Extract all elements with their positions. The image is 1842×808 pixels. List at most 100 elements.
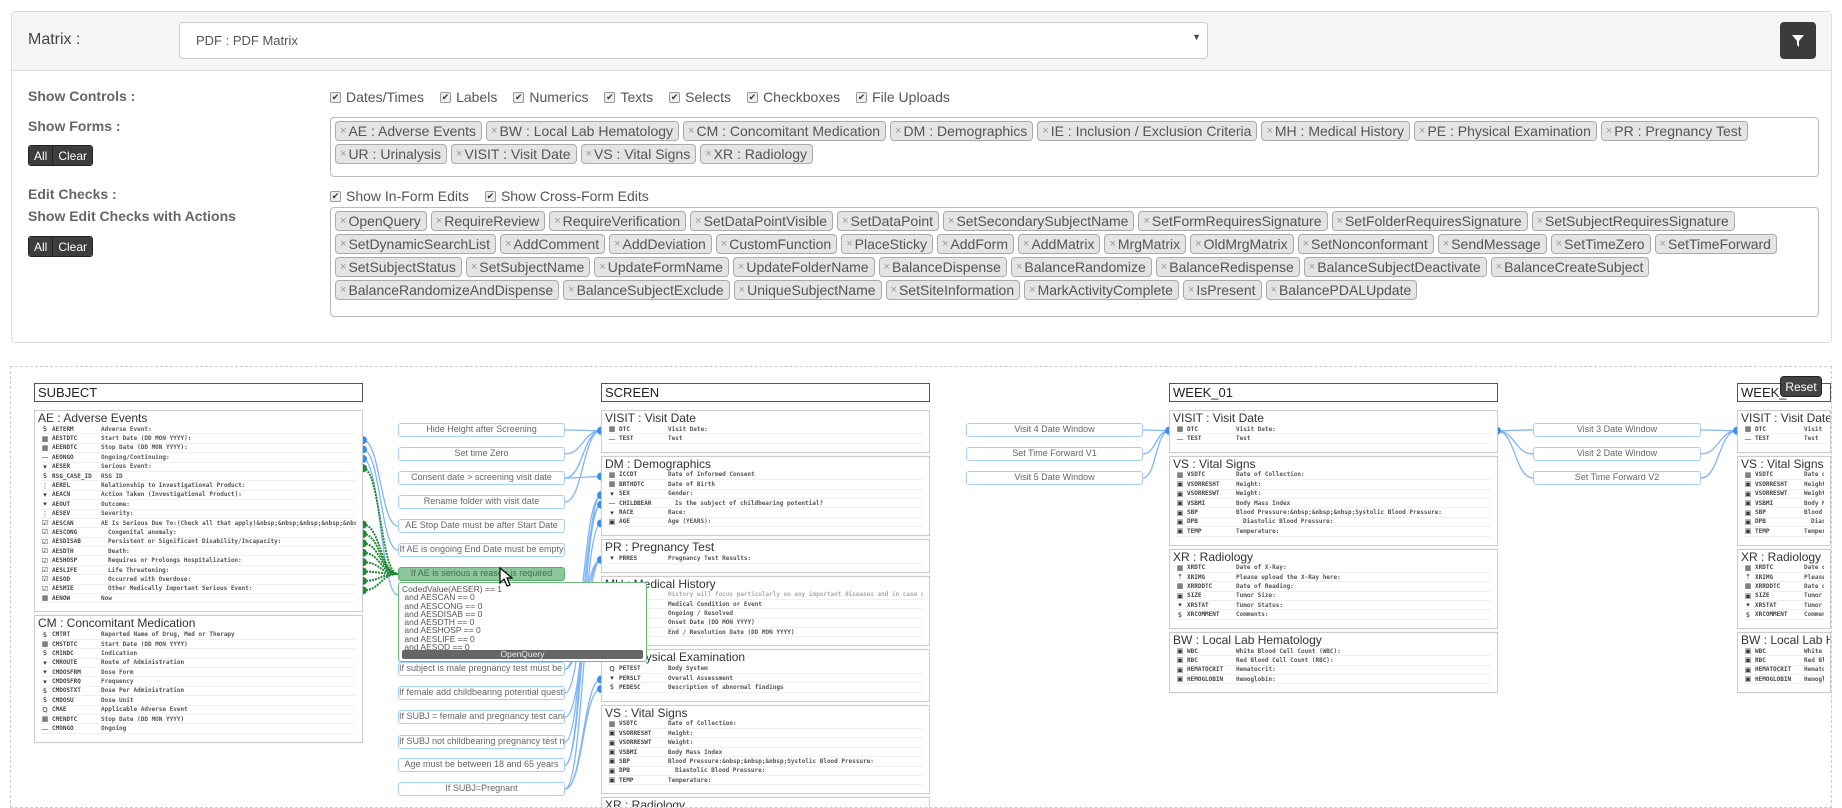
remove-tag-icon[interactable]: × [1023, 238, 1029, 250]
edit-check-rule[interactable]: If subject is male pregnancy test must b… [398, 662, 565, 676]
remove-tag-icon[interactable]: × [895, 125, 901, 137]
form-card[interactable]: XR : Radiology▦XRDTCDate of X-Ray:⤒XRIMG… [1169, 548, 1498, 629]
remove-tag-icon[interactable]: × [738, 261, 744, 273]
checkbox-show-in-form-edits[interactable]: ✔ Show In-Form Edits [330, 188, 469, 204]
remove-tag-icon[interactable]: × [1266, 125, 1272, 137]
remove-tag-icon[interactable]: × [340, 125, 346, 137]
form-card[interactable]: MH : Medical HistoryCTHistory will focus… [601, 575, 930, 647]
remove-tag-icon[interactable]: × [1143, 215, 1149, 227]
edit-check-rule[interactable]: Hide Height after Screening [398, 423, 565, 437]
remove-tag-icon[interactable]: × [884, 261, 890, 273]
remove-tag-icon[interactable]: × [942, 238, 948, 250]
edit-check-rule[interactable]: If female add childbearing potential que… [398, 686, 565, 700]
checkbox-dates-times[interactable]: ✔ Dates/Times [330, 89, 424, 105]
remove-tag-icon[interactable]: × [948, 215, 954, 227]
remove-tag-icon[interactable]: × [586, 148, 592, 160]
remove-tag-icon[interactable]: × [1271, 284, 1277, 296]
remove-tag-icon[interactable]: × [721, 238, 727, 250]
reset-button[interactable]: Reset [1780, 376, 1822, 397]
checkbox-icon[interactable]: ✔ [669, 91, 681, 103]
remove-tag-icon[interactable]: × [846, 238, 852, 250]
remove-tag-icon[interactable]: × [491, 125, 497, 137]
remove-tag-icon[interactable]: × [340, 284, 346, 296]
form-card[interactable]: PR : Pregnancy Test ▾ PRRES Pregnancy Test … [601, 539, 930, 573]
form-card[interactable]: VISIT : Visit Date▦DTC Visit Date: —TEST Te… [1737, 410, 1831, 453]
remove-tag-icon[interactable]: × [568, 284, 574, 296]
form-card[interactable]: XR : Radiology [601, 797, 930, 807]
remove-tag-icon[interactable]: × [436, 215, 442, 227]
remove-tag-icon[interactable]: × [1016, 261, 1022, 273]
remove-tag-icon[interactable]: × [340, 261, 346, 273]
edit-check-rule[interactable]: If SUBJ=Pregnant [398, 782, 565, 796]
edit-check-rule[interactable]: Set time Zero [398, 447, 565, 461]
edit-check-rule[interactable]: If SUBJ = female and pregnancy test cann… [398, 710, 565, 724]
edit-check-rule[interactable]: If AE is serious a reason is required [398, 567, 565, 581]
remove-tag-icon[interactable]: × [1660, 238, 1666, 250]
remove-tag-icon[interactable]: × [688, 125, 694, 137]
remove-tag-icon[interactable]: × [705, 148, 711, 160]
checkbox-icon[interactable]: ✔ [330, 190, 341, 202]
edit-check-rule[interactable]: Set Time Forward V1 [966, 447, 1143, 461]
remove-tag-icon[interactable]: × [1537, 215, 1543, 227]
remove-tag-icon[interactable]: × [340, 215, 346, 227]
checkbox-numerics[interactable]: ✔ Numerics [513, 89, 588, 105]
remove-tag-icon[interactable]: × [1496, 261, 1502, 273]
forms-all-button[interactable]: All [29, 146, 54, 165]
form-card[interactable]: VISIT : Visit Date▦DTC Visit Date: —TEST Te… [601, 410, 930, 453]
form-card[interactable]: AE : Adverse Events $ AETERM Adverse Event:… [34, 410, 363, 613]
matrix-select[interactable]: PDF : PDF Matrix ▼ [179, 22, 1208, 59]
edit-check-rule[interactable]: AE Stop Date must be after Start Date [398, 519, 565, 533]
form-card[interactable]: VS : Vital Signs▦VSDTC Date of Collection… [601, 704, 930, 795]
checkbox-show-cross-form-edits[interactable]: ✔ Show Cross-Form Edits [484, 188, 649, 204]
form-card[interactable]: BW : Local Lab Hematology▣WBCWhite Blood… [1169, 631, 1498, 694]
edit-check-rule[interactable]: If SUBJ not childbearing pregnancy test … [398, 735, 565, 749]
remove-tag-icon[interactable]: × [456, 148, 462, 160]
actions-tag-input[interactable]: × OpenQuery × RequireReview × RequireVerifica… [330, 207, 1819, 317]
matrix-diagram[interactable]: SUBJECT AE : Adverse Events $ AETERM Adverse… [10, 366, 1832, 808]
remove-tag-icon[interactable]: × [340, 148, 346, 160]
edit-check-rule[interactable]: Set Time Forward V2 [1533, 471, 1701, 485]
edit-check-rule[interactable]: Rename folder with visit date [398, 495, 565, 509]
remove-tag-icon[interactable]: × [1303, 238, 1309, 250]
remove-tag-icon[interactable]: × [1337, 215, 1343, 227]
remove-tag-icon[interactable]: × [739, 284, 745, 296]
form-card[interactable]: PE : Physical Examination Q PETEST Body Sys… [601, 649, 930, 702]
checkbox-checkboxes[interactable]: ✔ Checkboxes [747, 89, 840, 105]
checkbox-labels[interactable]: ✔ Labels [440, 89, 497, 105]
checkbox-icon[interactable]: ✔ [747, 91, 759, 103]
remove-tag-icon[interactable]: × [471, 261, 477, 273]
forms-clear-button[interactable]: Clear [53, 146, 93, 165]
checkbox-icon[interactable]: ✔ [513, 91, 525, 103]
edit-check-rule[interactable]: Visit 5 Date Window [966, 471, 1143, 485]
edit-check-rule[interactable]: If AE is ongoing End Date must be empty [398, 543, 565, 557]
remove-tag-icon[interactable]: × [340, 238, 346, 250]
remove-tag-icon[interactable]: × [614, 238, 620, 250]
edit-check-rule[interactable]: Visit 4 Date Window [966, 423, 1143, 437]
remove-tag-icon[interactable]: × [891, 284, 897, 296]
forms-tag-input[interactable]: × AE : Adverse Events × BW : Local Lab Hema… [330, 117, 1819, 177]
checkbox-icon[interactable]: ✔ [440, 91, 452, 103]
remove-tag-icon[interactable]: × [1556, 238, 1562, 250]
remove-tag-icon[interactable]: × [1042, 125, 1048, 137]
remove-tag-icon[interactable]: × [1029, 284, 1035, 296]
form-card[interactable]: VS : Vital Signs▦VSDTC Date of Collection… [1737, 455, 1831, 546]
remove-tag-icon[interactable]: × [1309, 261, 1315, 273]
remove-tag-icon[interactable]: × [554, 215, 560, 227]
remove-tag-icon[interactable]: × [1161, 261, 1167, 273]
form-card[interactable]: BW : Local Lab Hematology▣WBCWhite Blood… [1737, 631, 1831, 694]
checkbox-icon[interactable]: ✔ [604, 91, 616, 103]
filter-button[interactable] [1780, 22, 1816, 59]
form-card[interactable]: XR : Radiology▦XRDTCDate of X-Ray:⤒XRIMG… [1737, 548, 1831, 629]
remove-tag-icon[interactable]: × [1195, 238, 1201, 250]
edit-check-rule[interactable]: Age must be between 18 and 65 years [398, 758, 565, 772]
checkbox-icon[interactable]: ✔ [856, 91, 868, 103]
remove-tag-icon[interactable]: × [1109, 238, 1115, 250]
edit-check-rule[interactable]: Consent date > screening visit date [398, 471, 565, 485]
form-card[interactable]: VISIT : Visit Date▦DTC Visit Date: —TEST Te… [1169, 410, 1498, 453]
checkbox-selects[interactable]: ✔ Selects [669, 89, 731, 105]
remove-tag-icon[interactable]: × [1419, 125, 1425, 137]
checkbox-texts[interactable]: ✔ Texts [604, 89, 653, 105]
edit-check-rule[interactable]: Visit 2 Date Window [1533, 447, 1701, 461]
remove-tag-icon[interactable]: × [842, 215, 848, 227]
checkbox-icon[interactable]: ✔ [330, 91, 341, 103]
